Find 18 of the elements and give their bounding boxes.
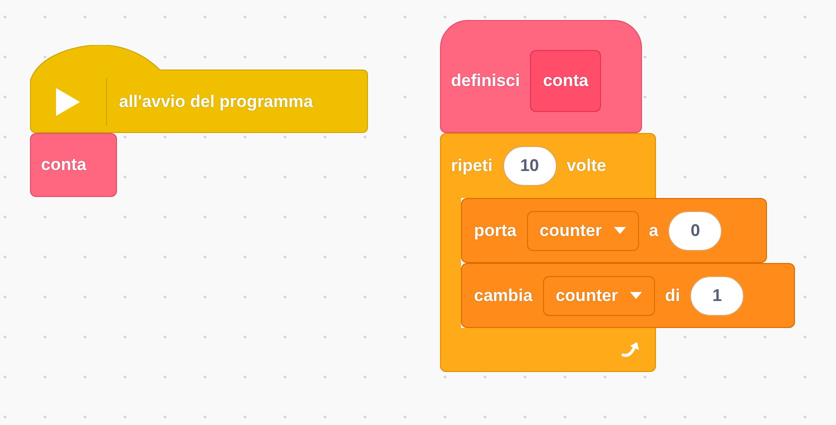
repeat-block-top[interactable]: ripeti 10 volte (440, 133, 656, 198)
block-label: di (664, 284, 680, 307)
variable-block[interactable]: cambia counter di 1 (461, 263, 795, 328)
block-label: definisci (451, 70, 520, 92)
block-label: a (648, 220, 658, 242)
loop-arrow-icon (621, 340, 641, 358)
number-input[interactable]: 1 (690, 276, 744, 316)
block-label: porta (474, 220, 516, 242)
caret-down-icon (614, 227, 626, 234)
block-label: volte (566, 155, 606, 178)
block-label: cambia (474, 284, 533, 307)
block-label: ripeti (451, 155, 493, 178)
number-input[interactable]: 0 (668, 210, 722, 250)
number-input[interactable]: 10 (502, 146, 557, 186)
block-label: all'avvio del programma (119, 90, 313, 113)
variable-block[interactable]: porta counter a 0 (461, 198, 767, 263)
play-icon (56, 88, 80, 116)
caret-down-icon (630, 292, 642, 299)
